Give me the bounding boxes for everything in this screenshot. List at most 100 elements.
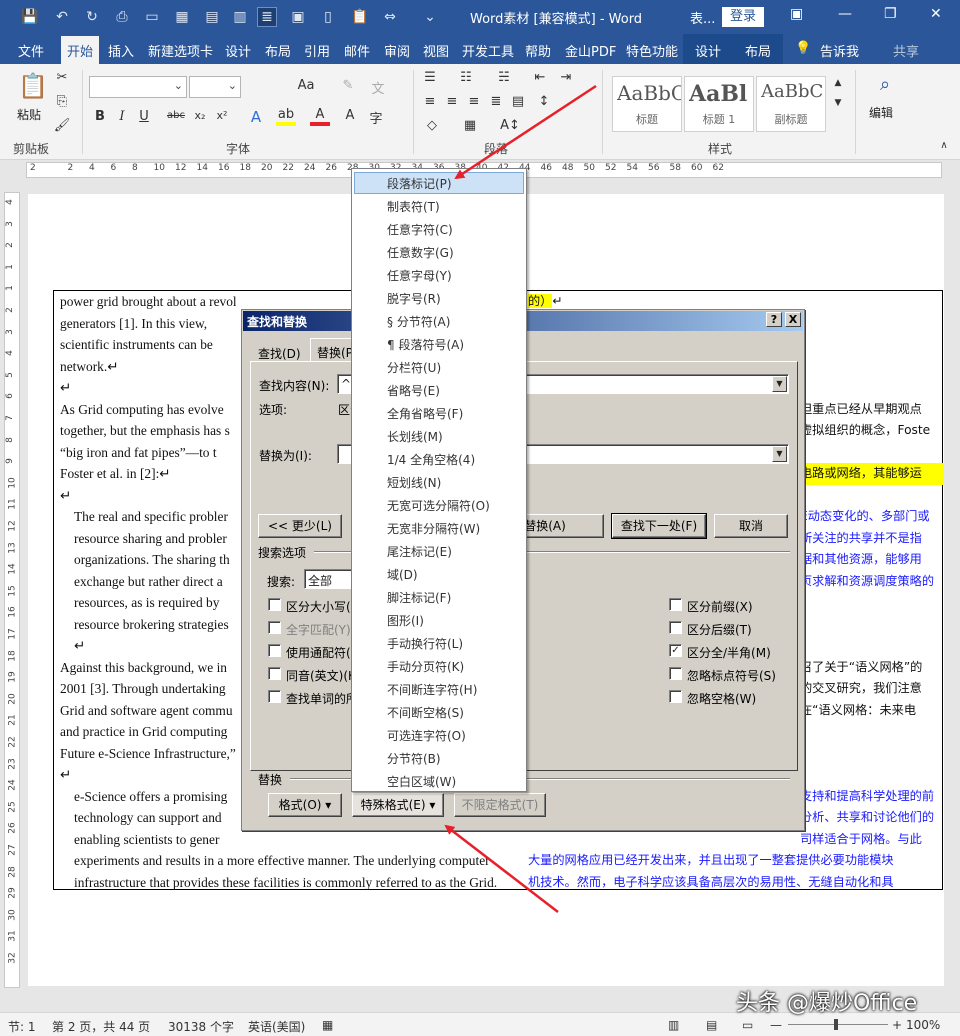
menu-item[interactable]: 脚注标记(F) [354,586,524,608]
font-name-combo[interactable]: ⌄ [89,76,187,98]
sort-icon[interactable]: A↕ [500,118,520,133]
chevron-down-icon[interactable]: ▼ [772,376,787,392]
tab-help[interactable]: 帮助 [525,41,551,60]
tab-find[interactable]: 查找(D) [258,345,301,362]
zoom-slider-thumb[interactable] [834,1019,838,1030]
menu-item[interactable]: 任意字母(Y) [354,264,524,286]
text-effects-icon[interactable]: A [246,108,266,126]
less-button[interactable]: << 更少(L) [258,514,342,538]
login-button[interactable]: 登录 [722,7,764,27]
tab-home[interactable]: 开始 [61,36,100,64]
italic-button[interactable]: I [112,109,132,124]
tab-kingsoft-pdf[interactable]: 金山PDF [565,41,616,60]
menu-item[interactable]: 脱字号(R) [354,287,524,309]
menu-item[interactable]: 制表符(T) [354,195,524,217]
tab-table-design[interactable]: 设计 [695,41,721,60]
print-view-icon[interactable]: ▤ [706,1018,717,1032]
restore-button[interactable]: ❐ [884,6,897,22]
tab-table-layout[interactable]: 布局 [745,41,771,60]
word-count[interactable]: 30138 个字 [168,1018,234,1035]
ribbon-display-icon[interactable]: ▣ [790,6,803,22]
styles-scroll-down-icon[interactable]: ▼ [828,98,848,108]
menu-item[interactable]: 域(D) [354,563,524,585]
menu-item[interactable]: 任意字符(C) [354,218,524,240]
checkbox[interactable] [669,598,682,611]
print-preview-icon[interactable]: ⎙ [112,7,132,27]
tab-file[interactable]: 文件 [18,41,44,60]
tab-review[interactable]: 审阅 [384,41,410,60]
layout-icon[interactable]: ▤ [202,7,222,27]
checkbox[interactable] [669,621,682,634]
paste-icon[interactable]: 📋 [350,7,370,27]
tab-references[interactable]: 引用 [304,41,330,60]
dialog-close-button[interactable]: X [785,312,801,327]
menu-item[interactable]: 图形(I) [354,609,524,631]
menu-item[interactable]: 不间断空格(S) [354,701,524,723]
share-button[interactable]: 共享 [893,41,919,60]
customize-qat-icon[interactable]: ⌄ [420,7,440,27]
clear-format-icon[interactable]: ✎ [338,78,358,93]
new-doc-icon[interactable]: ▭ [142,7,162,27]
macro-icon[interactable]: ▦ [322,1018,333,1032]
checkbox[interactable] [669,690,682,703]
increase-indent-icon[interactable]: ⇥ [556,70,576,85]
font-color-icon[interactable]: A [310,107,330,126]
checkbox[interactable] [268,598,281,611]
table-icon[interactable]: ▦ [172,7,192,27]
vertical-ruler[interactable]: 4 3 2 1 1 2 3 4 5 6 7 8 9 10 11 12 13 14 15 16 17 18 19 20 21 22 2… [4,192,20,988]
read-mode-icon[interactable]: ≣ [257,7,277,27]
zoom-slider[interactable] [788,1024,888,1025]
tab-design[interactable]: 设计 [225,41,251,60]
checkbox[interactable] [268,667,281,680]
language[interactable]: 英语(美国) [248,1018,305,1035]
close-button[interactable]: ✕ [930,6,942,22]
menu-item[interactable]: § 分节符(A) [354,310,524,332]
paste-label[interactable]: 粘贴 [17,106,41,123]
menu-item[interactable]: 1/4 全角空格(4) [354,448,524,470]
checkbox[interactable] [268,644,281,657]
menu-item[interactable]: 段落标记(P) [354,172,524,194]
web-view-icon[interactable]: ▭ [742,1018,753,1032]
style-title[interactable]: AaBbC 标题 [612,76,682,132]
subscript-button[interactable]: x₂ [190,109,210,122]
decrease-indent-icon[interactable]: ⇤ [530,70,550,85]
minimize-button[interactable]: — [838,6,852,22]
menu-item[interactable]: 省略号(E) [354,379,524,401]
menu-item[interactable]: 手动换行符(L) [354,632,524,654]
menu-item[interactable]: 不间断连字符(H) [354,678,524,700]
justify-icon[interactable]: ≣ [486,94,506,109]
menu-item[interactable]: 分节符(B) [354,747,524,769]
bullets-icon[interactable]: ☰ [420,70,440,85]
menu-item[interactable]: 短划线(N) [354,471,524,493]
menu-item[interactable]: 分栏符(U) [354,356,524,378]
tab-layout[interactable]: 布局 [265,41,291,60]
save-icon[interactable]: 💾 [20,7,40,27]
zoom-level[interactable]: 100% [906,1018,940,1032]
menu-item[interactable]: 可选连字符(O) [354,724,524,746]
checkbox[interactable] [669,667,682,680]
menu-item[interactable]: 任意数字(G) [354,241,524,263]
numbering-icon[interactable]: ☷ [456,70,476,85]
tab-developer[interactable]: 开发工具 [462,41,514,60]
copy-icon[interactable]: ⎘ [52,94,72,109]
special-format-button[interactable]: 特殊格式(E) ▾ [352,793,444,817]
collapse-ribbon-icon[interactable]: ∧ [934,140,954,151]
tab-new[interactable]: 新建选项卡 [148,41,213,60]
menu-item[interactable]: 空白区域(W) [354,770,524,792]
align-center-icon[interactable]: ≡ [442,94,462,109]
page-indicator[interactable]: 第 2 页，共 44 页 [52,1018,150,1035]
enclose-char-icon[interactable]: 字 [366,108,386,127]
menu-item[interactable]: 无宽非分隔符(W) [354,517,524,539]
no-format-button[interactable]: 不限定格式(T) [454,793,546,817]
styles-scroll-up-icon[interactable]: ▲ [828,78,848,88]
line-spacing-icon[interactable]: ↕ [534,94,554,109]
superscript-button[interactable]: x² [212,109,232,122]
find-icon[interactable]: ⌕ [872,74,898,95]
underline-button[interactable]: U [134,109,154,124]
menu-item[interactable]: 无宽可选分隔符(O) [354,494,524,516]
checkbox[interactable]: ✓ [669,644,682,657]
menu-item[interactable]: 长划线(M) [354,425,524,447]
format-painter-icon[interactable]: 🖌 [52,118,72,133]
redo-icon[interactable]: ↻ [82,7,102,27]
cancel-button[interactable]: 取消 [714,514,788,538]
